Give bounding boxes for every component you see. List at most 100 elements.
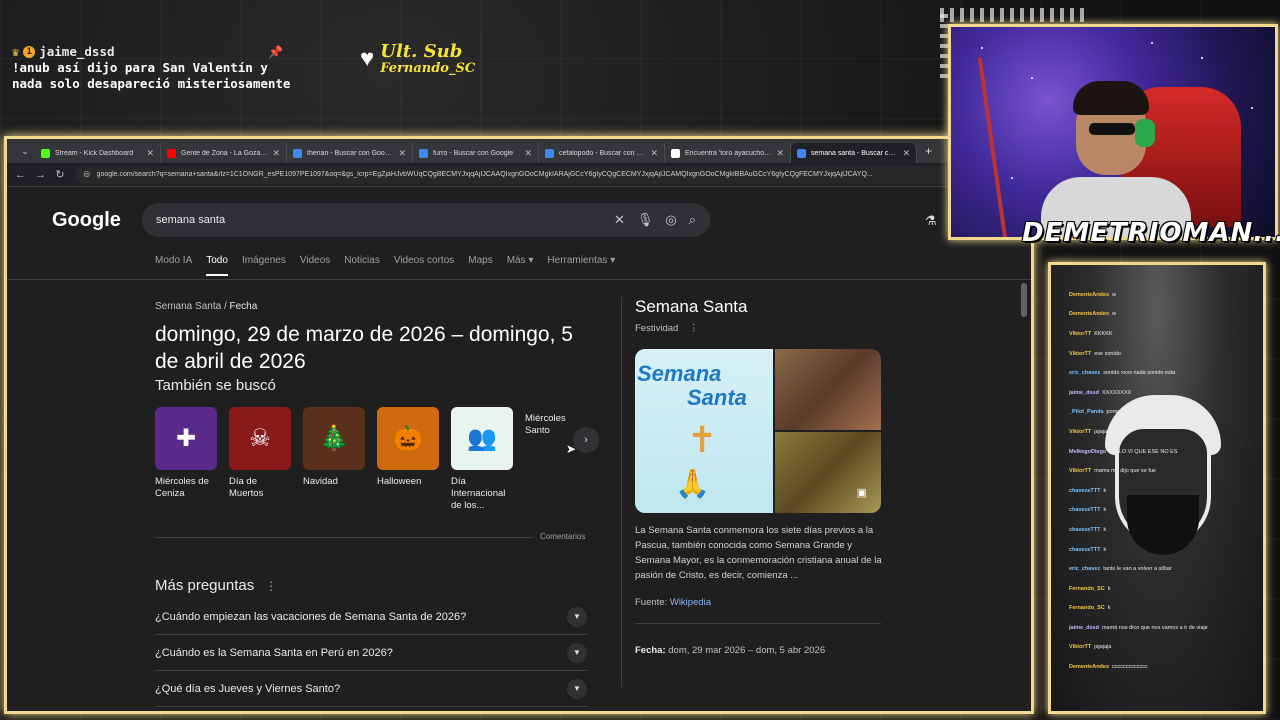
ult-sub: ♥ Ult. Sub Fernando_SC bbox=[360, 42, 475, 76]
kp-source-link[interactable]: Wikipedia bbox=[670, 597, 711, 608]
chat-username[interactable]: DementeAndes bbox=[1069, 664, 1109, 670]
browser-tab[interactable]: Stream - Kick Dashboard ✕ bbox=[35, 143, 161, 163]
chat-username[interactable]: ViktorTT bbox=[1069, 644, 1091, 650]
also-searched-item[interactable]: ☠ Día de Muertos bbox=[229, 407, 291, 512]
close-tab-icon[interactable]: ✕ bbox=[776, 148, 784, 159]
kp-date: Fecha: dom, 29 mar 2026 – dom, 5 abr 202… bbox=[635, 645, 825, 656]
search-tab[interactable]: Modo IA bbox=[155, 255, 192, 276]
scrollbar[interactable] bbox=[1021, 283, 1027, 317]
search-tab[interactable]: Imágenes bbox=[242, 255, 286, 276]
chat-message: ViktorTT ese sonido bbox=[1069, 344, 1259, 364]
paa-question[interactable]: ¿Qué día es Jueves y Viernes Santo? ▼ bbox=[155, 671, 587, 707]
kp-source-label: Fuente: bbox=[635, 597, 670, 608]
search-tab[interactable]: Más ▾ bbox=[507, 255, 534, 276]
chat-username[interactable]: ViktorTT bbox=[1069, 351, 1091, 357]
also-searched-item[interactable]: ✚ Miércoles de Ceniza bbox=[155, 407, 217, 512]
chat-username[interactable]: Fernando_SC bbox=[1069, 605, 1105, 611]
close-tab-icon[interactable]: ✕ bbox=[272, 148, 280, 159]
close-tab-icon[interactable]: ✕ bbox=[902, 148, 910, 159]
chat-username[interactable]: DementeAndes bbox=[1069, 311, 1109, 317]
browser-tab[interactable]: Encuentra 'toro ayacucho' en T ✕ bbox=[665, 143, 791, 163]
kp-date-label: Fecha: bbox=[635, 645, 666, 656]
breadcrumb-topic[interactable]: Semana Santa bbox=[155, 301, 221, 312]
chat-username[interactable]: chavezeTTT bbox=[1069, 547, 1100, 553]
browser-tab[interactable]: furro - Buscar con Google ✕ bbox=[413, 143, 539, 163]
chevron-down-icon[interactable]: ▼ bbox=[567, 642, 587, 663]
kp-image-word2: Santa bbox=[687, 385, 747, 410]
chat-message: DementeAndes ccccccccccccc bbox=[1069, 657, 1259, 677]
also-searched-item[interactable]: 🎄 Navidad bbox=[303, 407, 365, 512]
paa-question[interactable]: ¿Cuándo empiezan las vacaciones de Seman… bbox=[155, 599, 587, 635]
chat-username[interactable]: _Pilot_Panda bbox=[1069, 409, 1104, 415]
gallery-icon[interactable]: ▣ bbox=[857, 486, 867, 499]
chat-message: chavezeTTT k bbox=[1069, 540, 1259, 560]
favicon-icon bbox=[671, 148, 680, 158]
close-tab-icon[interactable]: ✕ bbox=[146, 148, 154, 159]
chat-username[interactable]: DementeAndes bbox=[1069, 292, 1109, 298]
more-options-icon[interactable]: ⋮ bbox=[689, 323, 699, 334]
feedback-link[interactable]: Comentarios bbox=[540, 532, 585, 541]
alert-user: ♛ 1 jaime_dssd bbox=[12, 44, 342, 60]
also-searched-title: También se buscó bbox=[155, 377, 276, 394]
browser-tab[interactable]: semana santa - Buscar con Go ✕ bbox=[791, 143, 917, 163]
search-tab[interactable]: Videos bbox=[300, 255, 330, 276]
reload-icon[interactable]: ↻ bbox=[55, 168, 65, 181]
back-icon[interactable]: ← bbox=[15, 169, 26, 181]
close-tab-icon[interactable]: ✕ bbox=[650, 148, 658, 159]
close-tab-icon[interactable]: ✕ bbox=[524, 148, 532, 159]
chat-text: XXXXXXXX bbox=[1101, 389, 1132, 396]
chat-username[interactable]: MelkegoDiego bbox=[1069, 449, 1106, 455]
kp-image-grid[interactable]: Semana Santa ✝ 🙏 ▣ bbox=[635, 349, 881, 513]
chat-username[interactable]: eric_chavez bbox=[1069, 566, 1100, 572]
chat-message: ViktorTT mama me dijo que se fue bbox=[1069, 461, 1259, 481]
chat-username[interactable]: jaime_dssd bbox=[1069, 625, 1099, 631]
search-box[interactable]: semana santa ✕ 🎙 ◎ ⌕ bbox=[142, 203, 710, 237]
also-searched-item[interactable]: 🎃 Halloween bbox=[377, 407, 439, 512]
forward-icon[interactable]: → bbox=[35, 169, 46, 181]
headphones-icon bbox=[1135, 119, 1155, 147]
microphone-icon[interactable]: 🎙 bbox=[637, 212, 654, 228]
chat-username[interactable]: ViktorTT bbox=[1069, 468, 1091, 474]
chat-username[interactable]: eric_chavez bbox=[1069, 370, 1100, 376]
more-options-icon[interactable]: ⋮ bbox=[265, 579, 277, 593]
browser-tab[interactable]: therian - Buscar con Google ✕ bbox=[287, 143, 413, 163]
labs-flask-icon[interactable]: ⚗ bbox=[925, 213, 937, 229]
new-tab-button[interactable]: + bbox=[917, 144, 940, 158]
kp-image-crowd[interactable]: ▣ bbox=[775, 432, 881, 513]
also-searched-item[interactable]: 👥 Día Internacional de los... bbox=[451, 407, 513, 512]
lens-icon[interactable]: ◎ bbox=[665, 212, 676, 228]
chat-username[interactable]: Fernando_SC bbox=[1069, 586, 1105, 592]
site-info-icon[interactable]: ⊜ bbox=[83, 169, 91, 180]
search-tab[interactable]: Noticias bbox=[344, 255, 380, 276]
favicon-icon bbox=[545, 148, 554, 158]
also-searched-thumb: ☠ bbox=[229, 407, 291, 470]
chat-username[interactable]: chavezeTTT bbox=[1069, 507, 1100, 513]
browser-tab[interactable]: cefalopodo - Buscar con Goog ✕ bbox=[539, 143, 665, 163]
search-tab[interactable]: Todo bbox=[206, 255, 228, 276]
carousel-next-button[interactable]: › bbox=[573, 427, 599, 453]
chevron-down-icon[interactable]: ▼ bbox=[567, 606, 587, 627]
close-tab-icon[interactable]: ✕ bbox=[398, 148, 406, 159]
kp-subtitle-text: Festividad bbox=[635, 323, 679, 334]
search-icon[interactable]: ⌕ bbox=[689, 212, 696, 228]
kp-main-image[interactable]: Semana Santa ✝ 🙏 bbox=[635, 349, 773, 513]
chat-username[interactable]: chavezeTTT bbox=[1069, 527, 1100, 533]
browser-tab[interactable]: Gente de Zona - La Gozadera (✕ bbox=[161, 143, 287, 163]
chat-username[interactable]: jaime_dssd bbox=[1069, 390, 1099, 396]
also-searched-item[interactable]: Miércoles Santo bbox=[525, 407, 587, 512]
search-input[interactable]: semana santa bbox=[156, 214, 602, 226]
address-bar[interactable]: ⊜ google.com/search?q=semana+santa&rlz=1… bbox=[75, 165, 1003, 184]
google-logo[interactable]: Google bbox=[52, 209, 121, 232]
search-tab[interactable]: Videos cortos bbox=[394, 255, 454, 276]
kp-image-procession[interactable] bbox=[775, 349, 881, 430]
search-tab[interactable]: Maps bbox=[468, 255, 492, 276]
tab-search-icon[interactable]: ⌄ bbox=[15, 146, 35, 157]
chat-username[interactable]: chavezeTTT bbox=[1069, 488, 1100, 494]
also-searched-carousel: ✚ Miércoles de Ceniza ☠ Día de Muertos 🎄 Navi… bbox=[155, 407, 587, 512]
search-tab[interactable]: Herramientas ▾ bbox=[547, 255, 615, 276]
paa-question[interactable]: ¿Cuándo es la Semana Santa en Perú en 20… bbox=[155, 635, 587, 671]
clear-icon[interactable]: ✕ bbox=[614, 212, 625, 228]
chat-username[interactable]: ViktorTT bbox=[1069, 429, 1091, 435]
chevron-down-icon[interactable]: ▼ bbox=[567, 678, 587, 699]
chat-username[interactable]: ViktorTT bbox=[1069, 331, 1091, 337]
